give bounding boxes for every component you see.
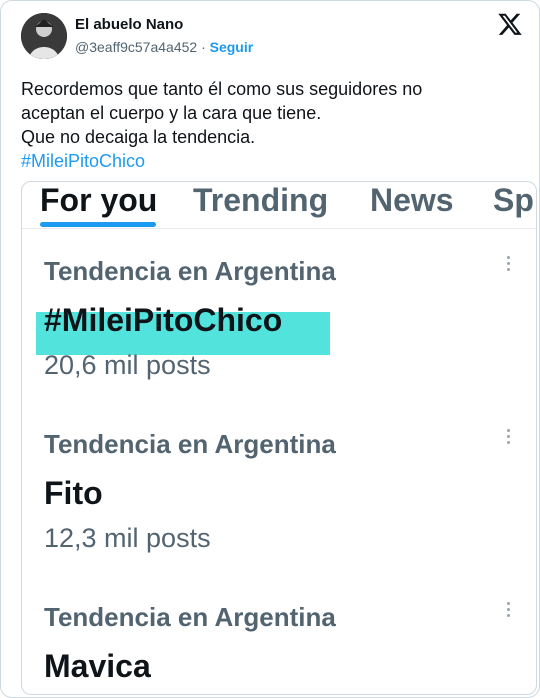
trend-name: Fito bbox=[44, 475, 103, 511]
trend-name: Mavica bbox=[44, 648, 151, 684]
tab-sports: Sp bbox=[493, 182, 534, 218]
separator: · bbox=[201, 39, 206, 55]
more-vertical-icon bbox=[506, 429, 512, 447]
handle-row: @3eaff9c57a4a452 · Seguir bbox=[75, 39, 253, 55]
avatar-image-icon bbox=[21, 13, 67, 59]
trends-tab-bar: For you Trending News Sp bbox=[22, 182, 536, 229]
trend-post-count: 12,3 mil posts bbox=[44, 523, 211, 553]
trend-post-count: 20,6 mil posts bbox=[44, 350, 211, 380]
author-handle[interactable]: @3eaff9c57a4a452 bbox=[75, 39, 197, 55]
x-logo-icon[interactable] bbox=[497, 11, 523, 37]
tweet-text-line: Que no decaiga la tendencia. bbox=[21, 127, 256, 147]
more-vertical-icon bbox=[506, 602, 512, 620]
tweet-text: Recordemos que tanto él como sus seguido… bbox=[21, 77, 521, 173]
trend-context: Tendencia en Argentina bbox=[44, 602, 336, 632]
tab-news: News bbox=[370, 182, 454, 218]
more-vertical-icon bbox=[506, 256, 512, 274]
embedded-screenshot[interactable]: For you Trending News Sp Tendencia en Ar… bbox=[21, 181, 537, 695]
author-name[interactable]: El abuelo Nano bbox=[75, 16, 183, 33]
avatar[interactable] bbox=[21, 13, 67, 59]
tab-trending: Trending bbox=[193, 182, 329, 218]
tab-for-you: For you bbox=[40, 182, 158, 218]
follow-button[interactable]: Seguir bbox=[210, 39, 254, 55]
tweet-card: El abuelo Nano @3eaff9c57a4a452 · Seguir… bbox=[0, 0, 540, 698]
tweet-text-line: Recordemos que tanto él como sus seguido… bbox=[21, 79, 423, 99]
hashtag-link[interactable]: #MileiPitoChico bbox=[21, 149, 521, 173]
trend-context: Tendencia en Argentina bbox=[44, 429, 336, 459]
tweet-text-line: aceptan el cuerpo y la cara que tiene. bbox=[21, 103, 322, 123]
active-tab-indicator bbox=[40, 222, 156, 227]
trend-name: #MileiPitoChico bbox=[44, 302, 283, 338]
trend-context: Tendencia en Argentina bbox=[44, 256, 336, 286]
